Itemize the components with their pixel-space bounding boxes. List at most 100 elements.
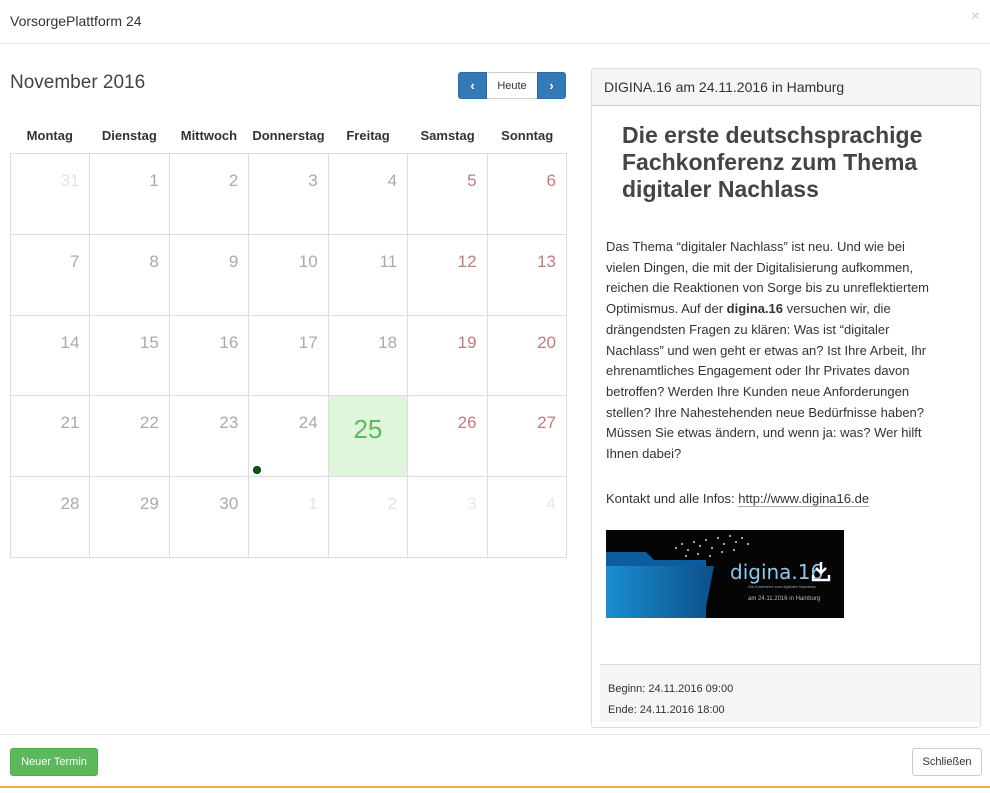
calendar-day[interactable]: 1	[249, 477, 329, 558]
calendar-day[interactable]: 13	[487, 234, 567, 316]
close-button[interactable]: Schließen	[912, 748, 982, 776]
calendar-day[interactable]: 8	[90, 234, 170, 316]
calendar-day[interactable]: 2	[328, 477, 409, 558]
calendar-day[interactable]: 6	[487, 154, 567, 235]
calendar-day[interactable]: 16	[169, 315, 250, 397]
chevron-right-icon: ›	[549, 78, 554, 93]
event-detail-panel: DIGINA.16 am 24.11.2016 in Hamburg Die e…	[591, 68, 981, 728]
weekday-label: Samstag	[420, 128, 475, 143]
calendar-day[interactable]: 12	[408, 234, 488, 316]
day-number: 2	[387, 494, 398, 514]
calendar-month-title: November 2016	[10, 72, 146, 93]
day-number: 4	[546, 494, 556, 514]
calendar-day[interactable]: 17	[249, 315, 329, 397]
day-number: 8	[149, 251, 159, 271]
day-number: 11	[379, 251, 398, 271]
calendar-nav: ‹ Heute ›	[458, 72, 566, 99]
contact-label: Kontakt und alle Infos:	[606, 490, 739, 506]
footer-accent-line	[0, 786, 990, 788]
day-number: 18	[378, 332, 398, 352]
calendar-day[interactable]: 4	[328, 154, 409, 235]
day-number: 17	[298, 332, 318, 352]
close-icon[interactable]: ×	[971, 8, 980, 26]
download-icon	[811, 561, 831, 581]
calendar-day[interactable]: 3	[249, 154, 329, 235]
weekday-label: Dienstag	[101, 128, 157, 143]
day-number: 4	[387, 171, 398, 190]
weekday-label: Sonntag	[501, 128, 554, 143]
banner-date: am 24.11.2016 in Hamburg	[748, 595, 821, 602]
event-begin: Beginn: 24.11.2016 09:00	[608, 683, 734, 695]
calendar-day[interactable]: 24	[249, 396, 329, 478]
today-button[interactable]: Heute	[487, 72, 537, 99]
event-contact: Kontakt und alle Infos: http://www.digin…	[606, 490, 966, 507]
day-number: 27	[537, 413, 556, 433]
event-time-footer: Beginn: 24.11.2016 09:00 Ende: 24.11.201…	[600, 664, 980, 722]
calendar-day[interactable]: 15	[90, 315, 170, 397]
calendar-day[interactable]: 20	[487, 315, 567, 397]
modal-title: VorsorgePlattform 24	[10, 13, 142, 29]
calendar-day[interactable]: 23	[169, 396, 250, 478]
day-number: 31	[60, 171, 80, 190]
day-number: 25	[353, 414, 383, 445]
day-number: 9	[228, 251, 239, 271]
day-number: 3	[467, 494, 477, 514]
calendar-day[interactable]: 22	[90, 396, 170, 478]
calendar-day[interactable]: 10	[249, 234, 329, 316]
next-month-button[interactable]: ›	[537, 72, 566, 99]
calendar-day[interactable]: 21	[11, 396, 91, 478]
day-number: 21	[60, 413, 80, 433]
weekday-header: Montag Dienstag Mittwoch Donnerstag Frei…	[10, 128, 567, 143]
calendar-day[interactable]: 5	[408, 154, 488, 235]
day-number: 1	[308, 494, 318, 514]
calendar-day[interactable]: 30	[169, 477, 250, 558]
day-number: 7	[69, 251, 80, 271]
day-number: 3	[308, 171, 318, 190]
day-number: 1	[149, 171, 159, 190]
new-appointment-button[interactable]: Neuer Termin	[10, 748, 98, 776]
event-panel-body: Die erste deutschsprachige Fachkonferenz…	[592, 106, 980, 618]
description-text-2: versuchen wir, die drängendsten Fragen z…	[606, 301, 927, 462]
event-title: Die erste deutschsprachige Fachkonferenz…	[622, 122, 923, 202]
calendar-day[interactable]: 3	[408, 477, 488, 558]
day-number: 2	[228, 171, 239, 190]
day-number: 12	[457, 251, 477, 271]
calendar-day[interactable]: 29	[90, 477, 170, 558]
calendar-day[interactable]: 7	[11, 234, 91, 316]
calendar-day[interactable]: 11	[328, 234, 409, 316]
calendar-day[interactable]: 26	[408, 396, 488, 478]
calendar-day[interactable]: 18	[328, 315, 409, 397]
weekday-label: Freitag	[346, 128, 390, 143]
event-end: Ende: 24.11.2016 18:00	[608, 704, 725, 716]
calendar-day[interactable]: 1	[90, 154, 170, 235]
weekday-label: Donnerstag	[252, 128, 325, 143]
calendar-day[interactable]: 14	[11, 315, 91, 397]
calendar-day[interactable]: 2	[169, 154, 250, 235]
day-number: 22	[139, 413, 159, 433]
modal-footer: Neuer Termin Schließen	[0, 734, 990, 786]
prev-month-button[interactable]: ‹	[458, 72, 487, 99]
weekday-label: Montag	[26, 128, 73, 143]
calendar-day[interactable]: 31	[11, 154, 91, 235]
calendar-day[interactable]: 27	[487, 396, 567, 478]
day-number: 28	[60, 494, 80, 514]
day-number: 26	[457, 413, 477, 433]
day-number: 14	[60, 332, 80, 352]
day-number: 20	[537, 332, 556, 352]
calendar-day[interactable]: 9	[169, 234, 250, 316]
calendar-day[interactable]: 28	[11, 477, 91, 558]
day-number: 19	[457, 332, 477, 352]
day-number: 5	[467, 171, 477, 190]
calendar-day[interactable]: 4	[487, 477, 567, 558]
chevron-left-icon: ‹	[470, 78, 475, 93]
day-number: 30	[219, 494, 239, 514]
calendar-day[interactable]: 19	[408, 315, 488, 397]
contact-link[interactable]: http://www.digina16.de	[738, 490, 870, 507]
event-panel-heading: DIGINA.16 am 24.11.2016 in Hamburg	[592, 69, 980, 106]
calendar-grid: 31 1 2 3 4 5 6 7 8 9 10 11 12 13 14 15 16 17 18 19 20 21 22 23 2…	[10, 153, 567, 558]
event-dot-icon[interactable]	[253, 466, 262, 475]
day-number: 23	[219, 413, 239, 433]
calendar-day-today[interactable]: 25	[328, 396, 409, 478]
day-number: 24	[298, 413, 318, 433]
day-number: 29	[139, 494, 159, 514]
